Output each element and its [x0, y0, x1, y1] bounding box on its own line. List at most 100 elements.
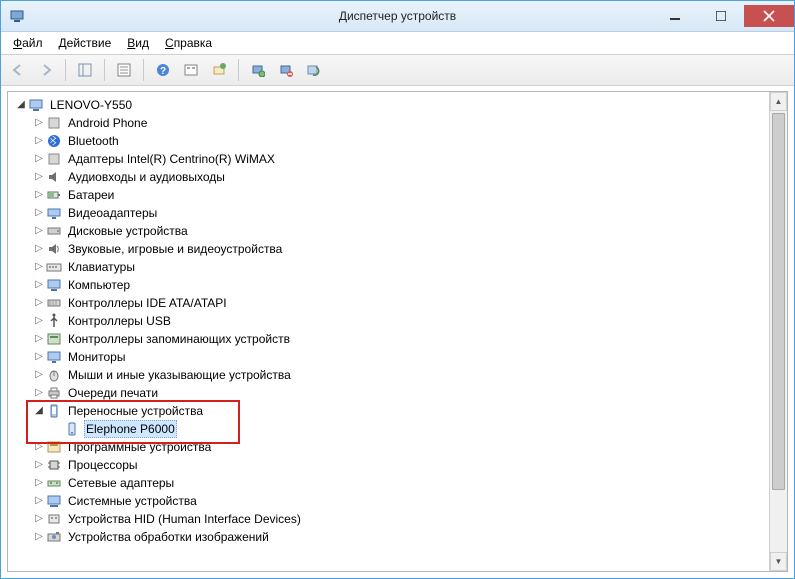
window-frame: Диспетчер устройств Файл Действие Вид Сп…	[0, 0, 795, 579]
tree-category[interactable]: ▷ Системные устройства	[10, 492, 767, 510]
tree-category[interactable]: ▷ Процессоры	[10, 456, 767, 474]
tree-category[interactable]: ▷ Клавиатуры	[10, 258, 767, 276]
expand-arrow-icon[interactable]: ▷	[32, 258, 46, 276]
tree-category[interactable]: ▷ Аудиовходы и аудиовыходы	[10, 168, 767, 186]
tree-category[interactable]: ▷ Мыши и иные указывающие устройства	[10, 366, 767, 384]
scroll-track[interactable]	[770, 111, 787, 552]
console-tree-button[interactable]	[72, 57, 98, 83]
tree-item-label[interactable]: Программные устройства	[66, 438, 213, 456]
expand-arrow-icon[interactable]: ▷	[32, 204, 46, 222]
tree-item-label[interactable]: Аудиовходы и аудиовыходы	[66, 168, 227, 186]
tree-item-label[interactable]: Звуковые, игровые и видеоустройства	[66, 240, 284, 258]
tree-category[interactable]: ◢ Переносные устройства	[10, 402, 767, 420]
expand-arrow-icon[interactable]: ▷	[32, 312, 46, 330]
scroll-up-button[interactable]: ▲	[770, 92, 787, 111]
tree-item-label[interactable]: Сетевые адаптеры	[66, 474, 176, 492]
expand-arrow-icon[interactable]: ▷	[32, 528, 46, 546]
tree-item-label[interactable]: Мыши и иные указывающие устройства	[66, 366, 293, 384]
collapse-arrow-icon[interactable]: ◢	[32, 402, 46, 420]
tree-category[interactable]: ▷ Контроллеры запоминающих устройств	[10, 330, 767, 348]
tree-category[interactable]: ▷ Мониторы	[10, 348, 767, 366]
tree-device[interactable]: Elephone P6000	[10, 420, 767, 438]
scroll-down-button[interactable]: ▼	[770, 552, 787, 571]
update-config-button[interactable]	[206, 57, 232, 83]
expand-arrow-icon[interactable]: ▷	[32, 510, 46, 528]
show-hidden-button[interactable]	[178, 57, 204, 83]
expand-arrow-icon[interactable]: ▷	[32, 186, 46, 204]
collapse-arrow-icon[interactable]: ◢	[14, 96, 28, 114]
scroll-thumb[interactable]	[772, 113, 785, 490]
tree-item-label[interactable]: Видеоадаптеры	[66, 204, 159, 222]
expand-arrow-icon[interactable]: ▷	[32, 438, 46, 456]
tree-category[interactable]: ▷ Дисковые устройства	[10, 222, 767, 240]
expand-arrow-icon[interactable]: ▷	[32, 150, 46, 168]
expand-arrow-icon[interactable]: ▷	[32, 276, 46, 294]
menu-help[interactable]: Справка	[159, 34, 218, 52]
tree-item-label[interactable]: Батареи	[66, 186, 116, 204]
tree-item-label[interactable]: LENOVO-Y550	[48, 96, 134, 114]
tree-item-label[interactable]: Клавиатуры	[66, 258, 137, 276]
tree-item-label[interactable]: Системные устройства	[66, 492, 199, 510]
expand-arrow-icon[interactable]: ▷	[32, 492, 46, 510]
expand-arrow-icon[interactable]: ▷	[32, 384, 46, 402]
tree-category[interactable]: ▷ Устройства обработки изображений	[10, 528, 767, 546]
tree-category[interactable]: ▷ Компьютер	[10, 276, 767, 294]
tree-category[interactable]: ▷ Устройства HID (Human Interface Devices…	[10, 510, 767, 528]
expand-arrow-icon[interactable]: ▷	[32, 366, 46, 384]
back-button[interactable]	[5, 57, 31, 83]
tree-item-label[interactable]: Дисковые устройства	[66, 222, 190, 240]
tree-category[interactable]: ▷ Батареи	[10, 186, 767, 204]
tree-root[interactable]: ◢ LENOVO-Y550	[10, 96, 767, 114]
tree-item-label[interactable]: Компьютер	[66, 276, 132, 294]
tree-category[interactable]: ▷ Программные устройства	[10, 438, 767, 456]
forward-button[interactable]	[33, 57, 59, 83]
tree-item-label[interactable]: Устройства обработки изображений	[66, 528, 271, 546]
tree-category[interactable]: ▷ Звуковые, игровые и видеоустройства	[10, 240, 767, 258]
expand-arrow-icon[interactable]: ▷	[32, 114, 46, 132]
update-driver-button[interactable]	[301, 57, 327, 83]
tree-item-label[interactable]: Android Phone	[66, 114, 149, 132]
vertical-scrollbar[interactable]: ▲ ▼	[769, 92, 787, 571]
scan-hardware-button[interactable]	[245, 57, 271, 83]
tree-item-label[interactable]: Переносные устройства	[66, 402, 205, 420]
tree-item-label[interactable]: Elephone P6000	[84, 420, 177, 438]
tree-category[interactable]: ▷ Контроллеры IDE ATA/ATAPI	[10, 294, 767, 312]
tree-category[interactable]: ▷ Bluetooth	[10, 132, 767, 150]
menu-view[interactable]: Вид	[121, 34, 155, 52]
tree-category[interactable]: ▷ Очереди печати	[10, 384, 767, 402]
expand-arrow-icon[interactable]: ▷	[32, 294, 46, 312]
tree-item-label[interactable]: Bluetooth	[66, 132, 121, 150]
expand-arrow-icon[interactable]: ▷	[32, 348, 46, 366]
tree-item-label[interactable]: Мониторы	[66, 348, 127, 366]
tree-item-label[interactable]: Адаптеры Intel(R) Centrino(R) WiMAX	[66, 150, 277, 168]
maximize-button[interactable]	[698, 5, 744, 27]
menu-action[interactable]: Действие	[53, 34, 118, 52]
tree-item-label[interactable]: Контроллеры USB	[66, 312, 173, 330]
expand-arrow-icon[interactable]: ▷	[32, 456, 46, 474]
expand-arrow-icon[interactable]: ▷	[32, 222, 46, 240]
device-tree[interactable]: ◢LENOVO-Y550▷Android Phone▷Bluetooth▷Ада…	[8, 92, 769, 571]
expand-arrow-icon[interactable]: ▷	[32, 474, 46, 492]
remove-device-button[interactable]	[273, 57, 299, 83]
tree-item-label[interactable]: Контроллеры запоминающих устройств	[66, 330, 292, 348]
tree-item-label[interactable]: Контроллеры IDE ATA/ATAPI	[66, 294, 229, 312]
tree-item-label[interactable]: Процессоры	[66, 456, 140, 474]
tree-category[interactable]: ▷ Android Phone	[10, 114, 767, 132]
expand-arrow-icon[interactable]: ▷	[32, 240, 46, 258]
close-button[interactable]	[744, 5, 794, 27]
imaging-icon	[46, 529, 62, 545]
software-device-icon	[46, 439, 62, 455]
help-button[interactable]: ?	[150, 57, 176, 83]
expand-arrow-icon[interactable]: ▷	[32, 168, 46, 186]
expand-arrow-icon[interactable]: ▷	[32, 330, 46, 348]
tree-category[interactable]: ▷ Сетевые адаптеры	[10, 474, 767, 492]
tree-item-label[interactable]: Устройства HID (Human Interface Devices)	[66, 510, 303, 528]
tree-category[interactable]: ▷ Адаптеры Intel(R) Centrino(R) WiMAX	[10, 150, 767, 168]
tree-category[interactable]: ▷ Видеоадаптеры	[10, 204, 767, 222]
menu-file[interactable]: Файл	[7, 34, 49, 52]
minimize-button[interactable]	[652, 5, 698, 27]
properties-button[interactable]	[111, 57, 137, 83]
expand-arrow-icon[interactable]: ▷	[32, 132, 46, 150]
tree-item-label[interactable]: Очереди печати	[66, 384, 160, 402]
tree-category[interactable]: ▷ Контроллеры USB	[10, 312, 767, 330]
